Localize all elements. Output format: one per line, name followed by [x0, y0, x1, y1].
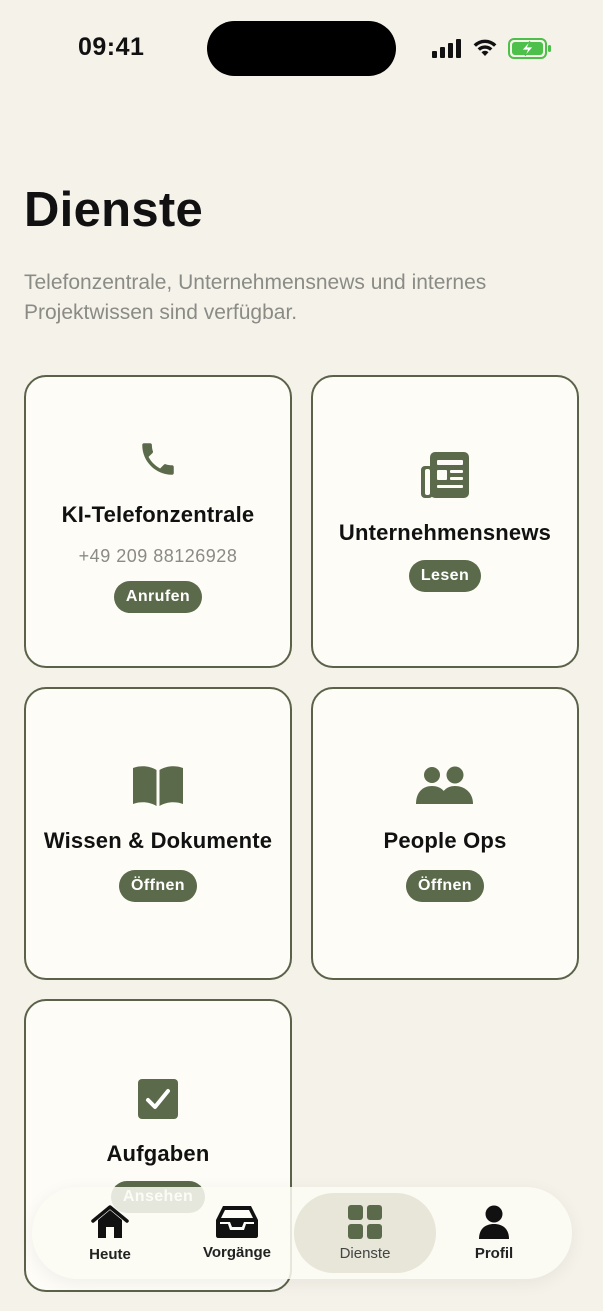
card-title: KI-Telefonzentrale [61, 502, 255, 527]
service-card-wissen[interactable]: Wissen & Dokumente Öffnen [24, 687, 292, 980]
book-icon [133, 765, 183, 806]
open-button[interactable]: Öffnen [119, 869, 197, 902]
service-card-people-ops[interactable]: People Ops Öffnen [311, 687, 579, 980]
open-button[interactable]: Öffnen [406, 869, 484, 902]
battery-icon [508, 38, 551, 59]
inbox-icon [216, 1205, 258, 1238]
home-icon [91, 1204, 129, 1238]
card-title: Wissen & Dokumente [43, 827, 273, 853]
tab-dienste[interactable]: Dienste [294, 1193, 436, 1273]
tab-profil[interactable]: Profil [444, 1193, 544, 1273]
phone-number: +49 209 88126928 [78, 546, 238, 566]
service-card-telefonzentrale[interactable]: KI-Telefonzentrale +49 209 88126928 Anru… [24, 375, 292, 668]
tab-label: Heute [89, 1245, 131, 1263]
person-icon [479, 1205, 509, 1239]
call-button[interactable]: Anrufen [113, 581, 203, 613]
tab-vorgaenge[interactable]: Vorgänge [184, 1193, 290, 1273]
users-icon [416, 766, 474, 806]
checkbox-icon [138, 1078, 178, 1119]
card-title: Unternehmensnews [338, 519, 552, 545]
newspaper-icon [421, 451, 469, 498]
dynamic-island [207, 21, 396, 76]
card-title: Aufgaben [106, 1140, 210, 1166]
card-title: People Ops [383, 827, 507, 853]
grid-icon [348, 1204, 382, 1239]
status-time: 09:41 [78, 33, 145, 61]
tab-label: Profil [474, 1244, 514, 1262]
page-title: Dienste [24, 183, 204, 237]
wifi-icon [473, 39, 497, 56]
tab-label: Vorgänge [202, 1243, 272, 1261]
read-button[interactable]: Lesen [408, 559, 482, 592]
cellular-signal-icon [432, 39, 461, 58]
tab-bar: Heute Vorgänge Dienste Profil [32, 1187, 572, 1279]
phone-icon [137, 438, 179, 480]
service-card-unternehmensnews[interactable]: Unternehmensnews Lesen [311, 375, 579, 668]
page-subtitle: Telefonzentrale, Unternehmensnews und in… [24, 271, 487, 324]
status-bar: 09:41 [0, 0, 603, 96]
tab-label: Dienste [339, 1244, 391, 1262]
tab-heute[interactable]: Heute [60, 1193, 160, 1273]
